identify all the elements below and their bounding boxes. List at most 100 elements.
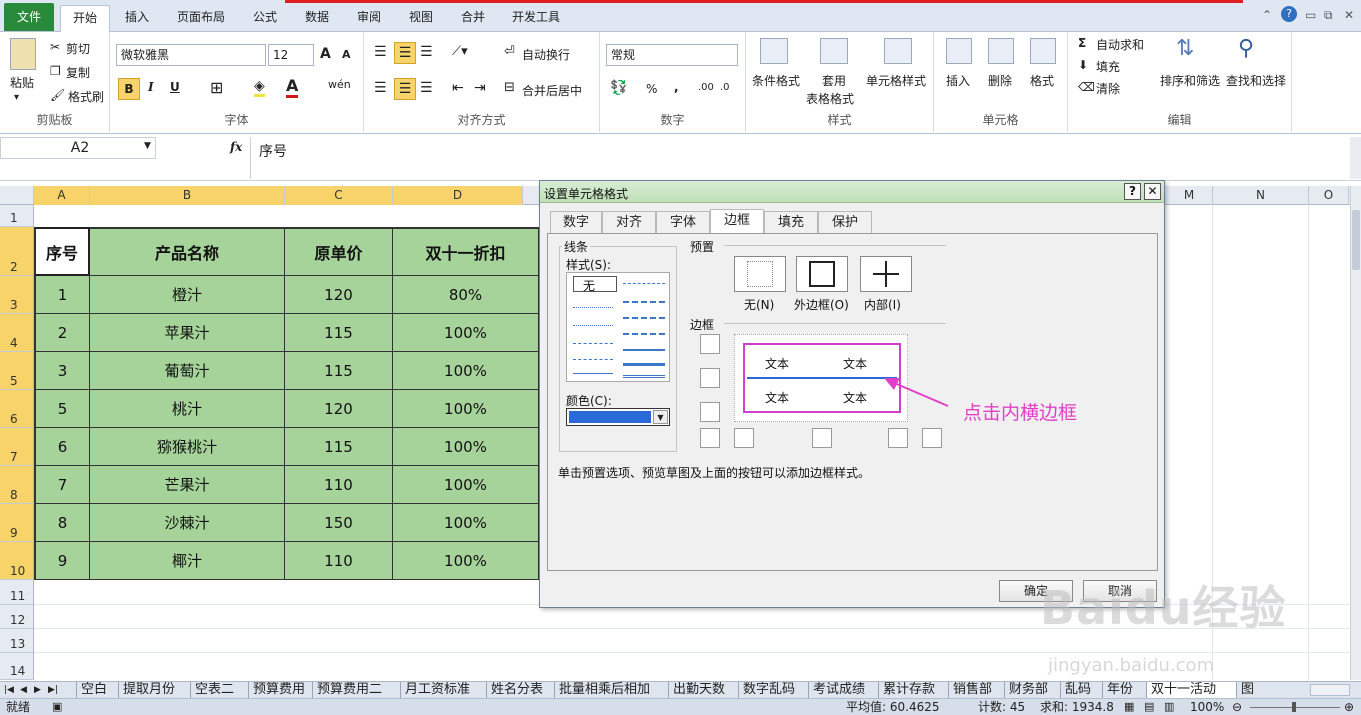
line-style-option[interactable] bbox=[623, 283, 665, 284]
cell-discount[interactable]: 80% bbox=[393, 276, 539, 314]
cell-price[interactable]: 120 bbox=[285, 276, 393, 314]
row-header-9[interactable]: 9 bbox=[0, 504, 34, 542]
line-style-option[interactable] bbox=[573, 359, 613, 360]
column-header-n[interactable]: N bbox=[1213, 186, 1309, 205]
format-cells-button[interactable]: 格式 bbox=[1030, 72, 1054, 89]
row-header-6[interactable]: 6 bbox=[0, 390, 34, 428]
line-style-option[interactable] bbox=[623, 333, 665, 335]
cell-discount[interactable]: 100% bbox=[393, 542, 539, 580]
tab-data[interactable]: 数据 bbox=[296, 5, 338, 32]
cell-product[interactable]: 猕猴桃汁 bbox=[90, 428, 285, 466]
tab-view[interactable]: 视图 bbox=[400, 5, 442, 32]
font-name-select[interactable]: 微软雅黑 bbox=[116, 44, 266, 66]
autosum-icon[interactable]: Σ bbox=[1078, 36, 1086, 50]
column-header-c[interactable]: C bbox=[285, 186, 393, 205]
clear-button[interactable]: 清除 bbox=[1096, 80, 1120, 97]
sheet-tab[interactable]: 累计存款 bbox=[878, 682, 948, 699]
phonetic-icon[interactable]: wén bbox=[328, 78, 351, 91]
cell-style-button[interactable]: 单元格样式 bbox=[866, 72, 926, 89]
formula-expand-scroll[interactable] bbox=[1350, 137, 1361, 179]
accounting-format-icon[interactable]: 💱 bbox=[610, 80, 627, 96]
line-color-select[interactable]: ▼ bbox=[566, 408, 670, 426]
sheet-tab[interactable]: 出勤天数 bbox=[668, 682, 738, 699]
sheet-next-icon[interactable]: ▶ bbox=[34, 682, 41, 699]
cell-serial[interactable]: 9 bbox=[34, 542, 90, 580]
cell-product[interactable]: 椰汁 bbox=[90, 542, 285, 580]
zoom-in-icon[interactable]: ⊕ bbox=[1344, 699, 1354, 715]
tab-home[interactable]: 开始 bbox=[60, 5, 110, 32]
font-color-icon[interactable]: A bbox=[286, 76, 299, 98]
cell-serial[interactable]: 3 bbox=[34, 352, 90, 390]
cell-serial[interactable]: 7 bbox=[34, 466, 90, 504]
cell-serial[interactable]: 2 bbox=[34, 314, 90, 352]
shrink-font-icon[interactable]: A bbox=[342, 48, 351, 61]
tab-file[interactable]: 文件 bbox=[4, 3, 54, 31]
format-painter-icon[interactable]: 🖌 bbox=[50, 88, 65, 102]
row-header-12[interactable]: 12 bbox=[0, 605, 34, 629]
find-select-icon[interactable]: ⚲ bbox=[1238, 36, 1254, 61]
wrap-text-icon[interactable]: ⏎ bbox=[504, 44, 515, 59]
row-header-7[interactable]: 7 bbox=[0, 428, 34, 466]
copy-button[interactable]: 复制 bbox=[66, 64, 90, 81]
ribbon-collapse-icon[interactable]: ⌃ bbox=[1262, 8, 1272, 22]
cell-price[interactable]: 110 bbox=[285, 466, 393, 504]
conditional-format-button[interactable]: 条件格式 bbox=[752, 72, 800, 89]
delete-cells-icon[interactable] bbox=[988, 38, 1014, 64]
preset-inside-button[interactable] bbox=[860, 256, 912, 292]
line-style-option[interactable] bbox=[573, 373, 613, 374]
border-inside-vertical-button[interactable] bbox=[812, 428, 832, 448]
restore-icon[interactable]: ⧉ bbox=[1324, 8, 1333, 23]
fill-color-icon[interactable]: ◈ bbox=[254, 78, 265, 97]
line-style-option[interactable] bbox=[623, 375, 665, 378]
bold-button[interactable]: B bbox=[118, 78, 140, 100]
increase-decimal-icon[interactable]: .00 bbox=[698, 82, 714, 93]
macro-record-icon[interactable]: ▣ bbox=[52, 699, 62, 715]
cell-product[interactable]: 苹果汁 bbox=[90, 314, 285, 352]
number-format-select[interactable]: 常规 bbox=[606, 44, 738, 66]
sheet-tab[interactable]: 预算费用 bbox=[248, 682, 312, 699]
row-header-10[interactable]: 10 bbox=[0, 542, 34, 580]
help-icon[interactable]: ? bbox=[1281, 6, 1297, 22]
tab-review[interactable]: 审阅 bbox=[348, 5, 390, 32]
format-painter-button[interactable]: 格式刷 bbox=[68, 88, 104, 105]
minimize-icon[interactable]: ▭ bbox=[1305, 8, 1316, 22]
sheet-tab[interactable]: 预算费用二 bbox=[312, 682, 400, 699]
horizontal-scrollbar[interactable] bbox=[1310, 684, 1350, 696]
cell-price[interactable]: 115 bbox=[285, 352, 393, 390]
fill-button[interactable]: 填充 bbox=[1096, 58, 1120, 75]
italic-button[interactable]: I bbox=[148, 80, 154, 94]
cell-price[interactable]: 115 bbox=[285, 428, 393, 466]
dialog-help-button[interactable]: ? bbox=[1124, 183, 1141, 200]
tab-insert[interactable]: 插入 bbox=[114, 5, 160, 32]
align-top-icon[interactable]: ☰ bbox=[374, 44, 387, 60]
cell-discount[interactable]: 100% bbox=[393, 466, 539, 504]
paste-icon[interactable] bbox=[10, 38, 36, 70]
header-cell-discount[interactable]: 双十一折扣 bbox=[393, 227, 539, 276]
tab-formulas[interactable]: 公式 bbox=[244, 5, 286, 32]
grow-font-icon[interactable]: A bbox=[320, 46, 331, 62]
cell-discount[interactable]: 100% bbox=[393, 428, 539, 466]
border-inside-horizontal-button[interactable] bbox=[700, 368, 720, 388]
format-cells-icon[interactable] bbox=[1030, 38, 1056, 64]
line-style-option[interactable] bbox=[623, 317, 665, 319]
cell-price[interactable]: 110 bbox=[285, 542, 393, 580]
row-header-14[interactable]: 14 bbox=[0, 653, 34, 680]
sheet-tab[interactable]: 考试成绩 bbox=[808, 682, 878, 699]
sheet-tab[interactable]: 空表二 bbox=[190, 682, 248, 699]
zoom-level[interactable]: 100% bbox=[1190, 699, 1224, 715]
line-color-dropdown-icon[interactable]: ▼ bbox=[653, 410, 668, 424]
row-header-2[interactable]: 2 bbox=[0, 227, 34, 276]
zoom-out-icon[interactable]: ⊖ bbox=[1232, 699, 1242, 715]
delete-cells-button[interactable]: 删除 bbox=[988, 72, 1012, 89]
sheet-tab[interactable]: 销售部 bbox=[948, 682, 1004, 699]
row-header-4[interactable]: 4 bbox=[0, 314, 34, 352]
fill-icon[interactable]: ⬇ bbox=[1078, 58, 1088, 72]
page-break-view-icon[interactable]: ▥ bbox=[1164, 699, 1174, 715]
sheet-tab[interactable]: 年份 bbox=[1102, 682, 1146, 699]
align-center-icon[interactable]: ☰ bbox=[394, 78, 416, 100]
tab-page-layout[interactable]: 页面布局 bbox=[168, 5, 234, 32]
tab-developer[interactable]: 开发工具 bbox=[504, 5, 568, 32]
select-all-corner[interactable] bbox=[0, 186, 34, 205]
zoom-slider-thumb[interactable] bbox=[1292, 702, 1296, 712]
align-middle-icon[interactable]: ☰ bbox=[394, 42, 416, 64]
